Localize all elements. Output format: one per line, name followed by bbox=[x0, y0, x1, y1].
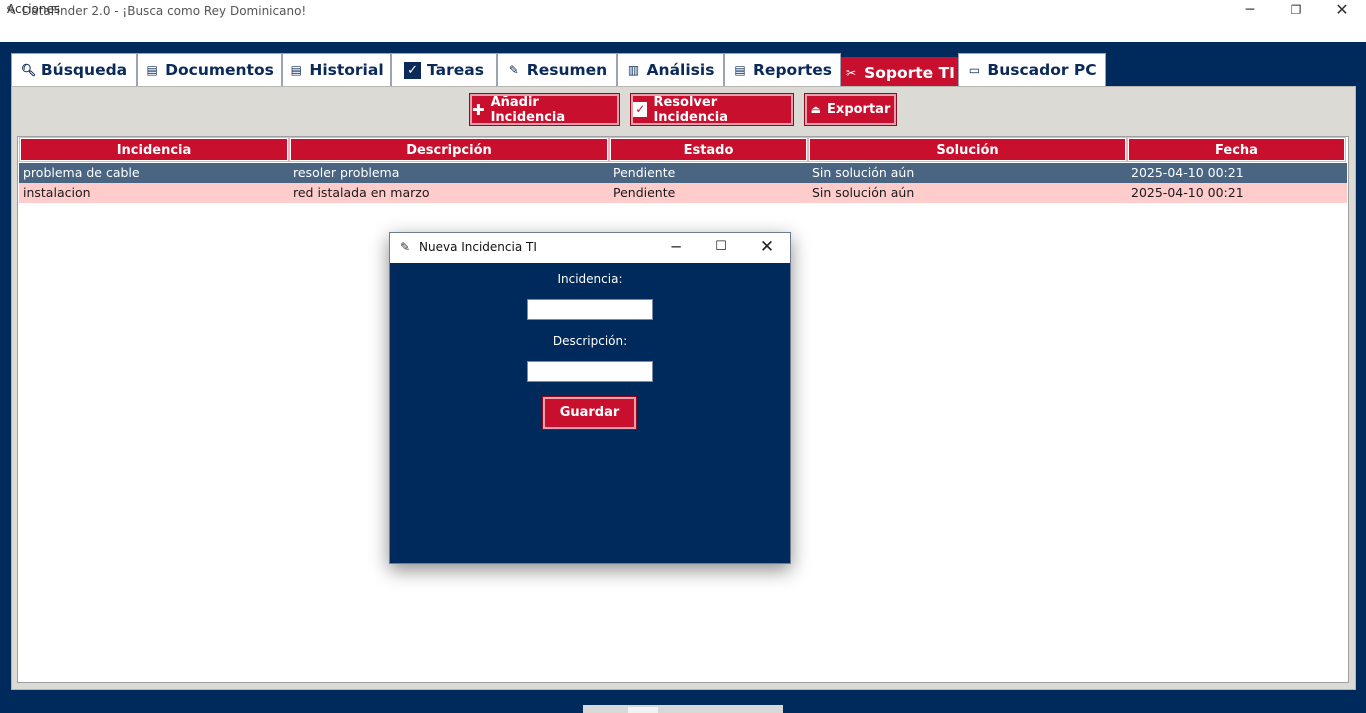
tab-buscador-pc[interactable]: ▭ Buscador PC bbox=[958, 53, 1106, 86]
cell-descripcion: resoler problema bbox=[293, 165, 400, 180]
checkbox-icon: ✓ bbox=[404, 61, 422, 79]
tab-label: Tareas bbox=[427, 61, 484, 79]
checkbox-icon: ✓ bbox=[633, 102, 648, 117]
history-icon: ▤ bbox=[290, 63, 303, 77]
tab-resumen[interactable]: ✎ Resumen bbox=[497, 53, 617, 86]
close-button[interactable]: ✕ bbox=[1319, 0, 1365, 23]
column-header-incidencia[interactable]: Incidencia bbox=[19, 137, 289, 162]
column-header-fecha[interactable]: Fecha bbox=[1127, 137, 1346, 162]
column-header-estado[interactable]: Estado bbox=[609, 137, 808, 162]
cell-fecha: 2025-04-10 00:21 bbox=[1131, 165, 1244, 180]
dialog-maximize-button[interactable]: ☐ bbox=[706, 236, 736, 258]
dialog-close-button[interactable]: ✕ bbox=[752, 236, 782, 258]
cell-incidencia: problema de cable bbox=[23, 165, 140, 180]
add-incident-button[interactable]: ✚ Añadir Incidencia bbox=[469, 93, 620, 126]
window-title: DataFinder 2.0 - ¡Busca como Rey Dominic… bbox=[22, 4, 307, 18]
export-button[interactable]: ⏏ Exportar bbox=[804, 93, 897, 126]
plus-icon: ✚ bbox=[472, 100, 485, 119]
tab-busqueda[interactable]: 🔍︎ Búsqueda bbox=[11, 53, 137, 86]
magnifier-icon: 🔍︎ bbox=[20, 63, 37, 77]
minimize-button[interactable]: ─ bbox=[1227, 0, 1273, 23]
incidencia-input[interactable] bbox=[527, 299, 653, 320]
bar-chart-icon: ▥ bbox=[627, 63, 640, 77]
tab-historial[interactable]: ▤ Historial bbox=[282, 53, 391, 86]
menu-acciones[interactable]: Acciones bbox=[7, 2, 60, 16]
cell-descripcion: red istalada en marzo bbox=[293, 185, 430, 200]
save-button[interactable]: Guardar bbox=[542, 396, 637, 430]
memo-icon: ✎ bbox=[508, 63, 519, 77]
tab-analisis[interactable]: ▥ Análisis bbox=[617, 53, 724, 86]
column-header-descripcion[interactable]: Descripción bbox=[289, 137, 609, 162]
add-incident-label: Añadir Incidencia bbox=[490, 94, 566, 125]
incidencia-label: Incidencia: bbox=[557, 272, 623, 286]
restore-button[interactable]: ❐ bbox=[1273, 0, 1319, 23]
cell-incidencia: instalacion bbox=[23, 185, 91, 200]
document-icon: ▤ bbox=[146, 63, 158, 77]
tab-label: Reportes bbox=[753, 61, 832, 79]
export-label: Exportar bbox=[827, 102, 891, 117]
cell-estado: Pendiente bbox=[613, 185, 676, 200]
tab-label: Buscador PC bbox=[987, 61, 1097, 79]
cell-solucion: Sin solución aún bbox=[812, 185, 915, 200]
cell-estado: Pendiente bbox=[613, 165, 676, 180]
tab-soporte-ti[interactable]: ✂ Soporte TI bbox=[841, 57, 958, 88]
dialog-title: Nueva Incidencia TI bbox=[419, 240, 537, 254]
report-icon: ▤ bbox=[734, 63, 746, 77]
laptop-icon: ▭ bbox=[968, 63, 981, 77]
tab-documentos[interactable]: ▤ Documentos bbox=[137, 53, 282, 86]
horizontal-scrollbar[interactable] bbox=[583, 705, 783, 713]
column-header-solucion[interactable]: Solución bbox=[808, 137, 1127, 162]
tab-label: Resumen bbox=[526, 61, 608, 79]
tab-label: Análisis bbox=[646, 61, 715, 79]
table-row[interactable]: instalacion red istalada en marzo Pendie… bbox=[19, 183, 1347, 203]
tab-label: Historial bbox=[309, 61, 384, 79]
tab-tareas[interactable]: ✓ Tareas bbox=[391, 53, 497, 86]
descripcion-label: Descripción: bbox=[552, 334, 628, 348]
scrollbar-thumb[interactable] bbox=[628, 707, 658, 713]
cell-fecha: 2025-04-10 00:21 bbox=[1131, 185, 1244, 200]
tab-label: Documentos bbox=[165, 61, 274, 79]
feather-icon: ✎ bbox=[400, 240, 411, 254]
tools-icon: ✂ bbox=[846, 66, 857, 80]
cell-solucion: Sin solución aún bbox=[812, 165, 915, 180]
table-row[interactable]: problema de cable resoler problema Pendi… bbox=[19, 163, 1347, 183]
dialog-minimize-button[interactable]: ─ bbox=[661, 236, 691, 258]
tab-label: Soporte TI bbox=[864, 64, 955, 82]
export-icon: ⏏ bbox=[810, 103, 822, 116]
menu-bar bbox=[0, 23, 1366, 42]
resolve-incident-button[interactable]: ✓ Resolver Incidencia bbox=[630, 93, 794, 126]
descripcion-input[interactable] bbox=[527, 361, 653, 382]
resolve-incident-label: Resolver Incidencia bbox=[653, 94, 729, 125]
tab-reportes[interactable]: ▤ Reportes bbox=[724, 53, 841, 86]
tab-label: Búsqueda bbox=[40, 61, 128, 79]
